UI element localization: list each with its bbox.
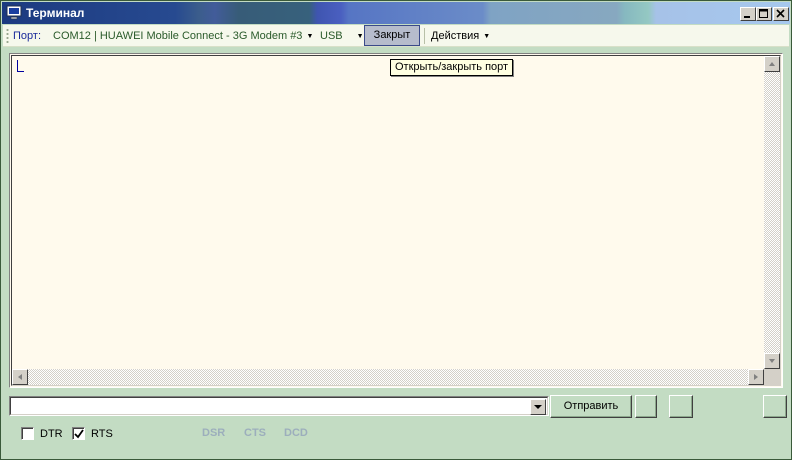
scrollbar-corner (764, 369, 780, 385)
actions-menu[interactable]: Действия ▼ (431, 29, 490, 43)
maximize-icon (759, 9, 768, 18)
dcd-indicator: DCD (284, 427, 308, 439)
extra-button-1[interactable] (635, 395, 657, 418)
send-combobox-frame (10, 397, 548, 415)
dtr-checkbox[interactable] (21, 427, 34, 440)
extra-button-3[interactable] (763, 395, 787, 418)
window-title: Терминал (26, 6, 85, 20)
scroll-right-button[interactable] (748, 369, 764, 385)
send-button[interactable]: Отправить (550, 395, 632, 418)
tooltip: Открыть/закрыть порт (390, 59, 514, 76)
rts-checkbox[interactable] (72, 427, 85, 440)
terminal-output[interactable] (9, 53, 783, 388)
send-history-dropdown-button[interactable] (530, 399, 546, 415)
usb-dropdown-value: USB (320, 30, 343, 42)
close-icon (776, 9, 785, 18)
close-window-button[interactable] (773, 7, 789, 21)
send-input[interactable] (13, 399, 527, 413)
toolbar-grip[interactable] (6, 28, 9, 44)
minimize-icon (744, 16, 750, 18)
usb-dropdown[interactable]: USB ▼ (320, 29, 364, 43)
horizontal-scrollbar[interactable] (12, 369, 764, 385)
dtr-label: DTR (40, 428, 63, 440)
terminal-app-icon (6, 5, 22, 20)
scroll-up-button[interactable] (764, 56, 780, 72)
maximize-button[interactable] (756, 7, 772, 21)
chevron-down-icon: ▼ (483, 33, 491, 40)
port-label: Порт: (13, 30, 41, 42)
actions-menu-label: Действия (431, 30, 480, 42)
vertical-scrollbar[interactable] (764, 56, 780, 369)
port-dropdown-value: COM12 | HUAWEI Mobile Connect - 3G Modem… (53, 30, 303, 42)
scroll-down-button[interactable] (764, 353, 780, 369)
title-bar[interactable]: Терминал (2, 2, 790, 24)
open-close-port-button[interactable]: Закрыт (364, 25, 420, 46)
arrow-right-icon (754, 374, 758, 380)
dsr-indicator: DSR (202, 427, 226, 439)
arrow-up-icon (769, 62, 775, 66)
send-combobox[interactable] (9, 396, 549, 416)
minimize-button[interactable] (740, 7, 756, 21)
scroll-left-button[interactable] (12, 369, 28, 385)
terminal-output-area[interactable] (11, 55, 781, 386)
port-dropdown[interactable]: COM12 | HUAWEI Mobile Connect - 3G Modem… (53, 29, 313, 43)
extra-button-2[interactable] (669, 395, 693, 418)
chevron-down-icon: ▼ (306, 33, 314, 40)
cts-indicator: CTS (244, 427, 266, 439)
arrow-left-icon (18, 374, 22, 380)
toolbar: Порт: COM12 | HUAWEI Mobile Connect - 3G… (3, 25, 789, 47)
rts-label: RTS (91, 428, 113, 440)
toolbar-separator (424, 28, 425, 44)
text-cursor (17, 60, 24, 72)
chevron-down-icon (534, 405, 542, 409)
terminal-window: Терминал Порт: COM12 | HUAWEI Mobile Con… (0, 0, 792, 460)
chevron-down-icon: ▼ (356, 33, 364, 40)
checkmark-icon (74, 429, 84, 439)
arrow-down-icon (769, 359, 775, 363)
